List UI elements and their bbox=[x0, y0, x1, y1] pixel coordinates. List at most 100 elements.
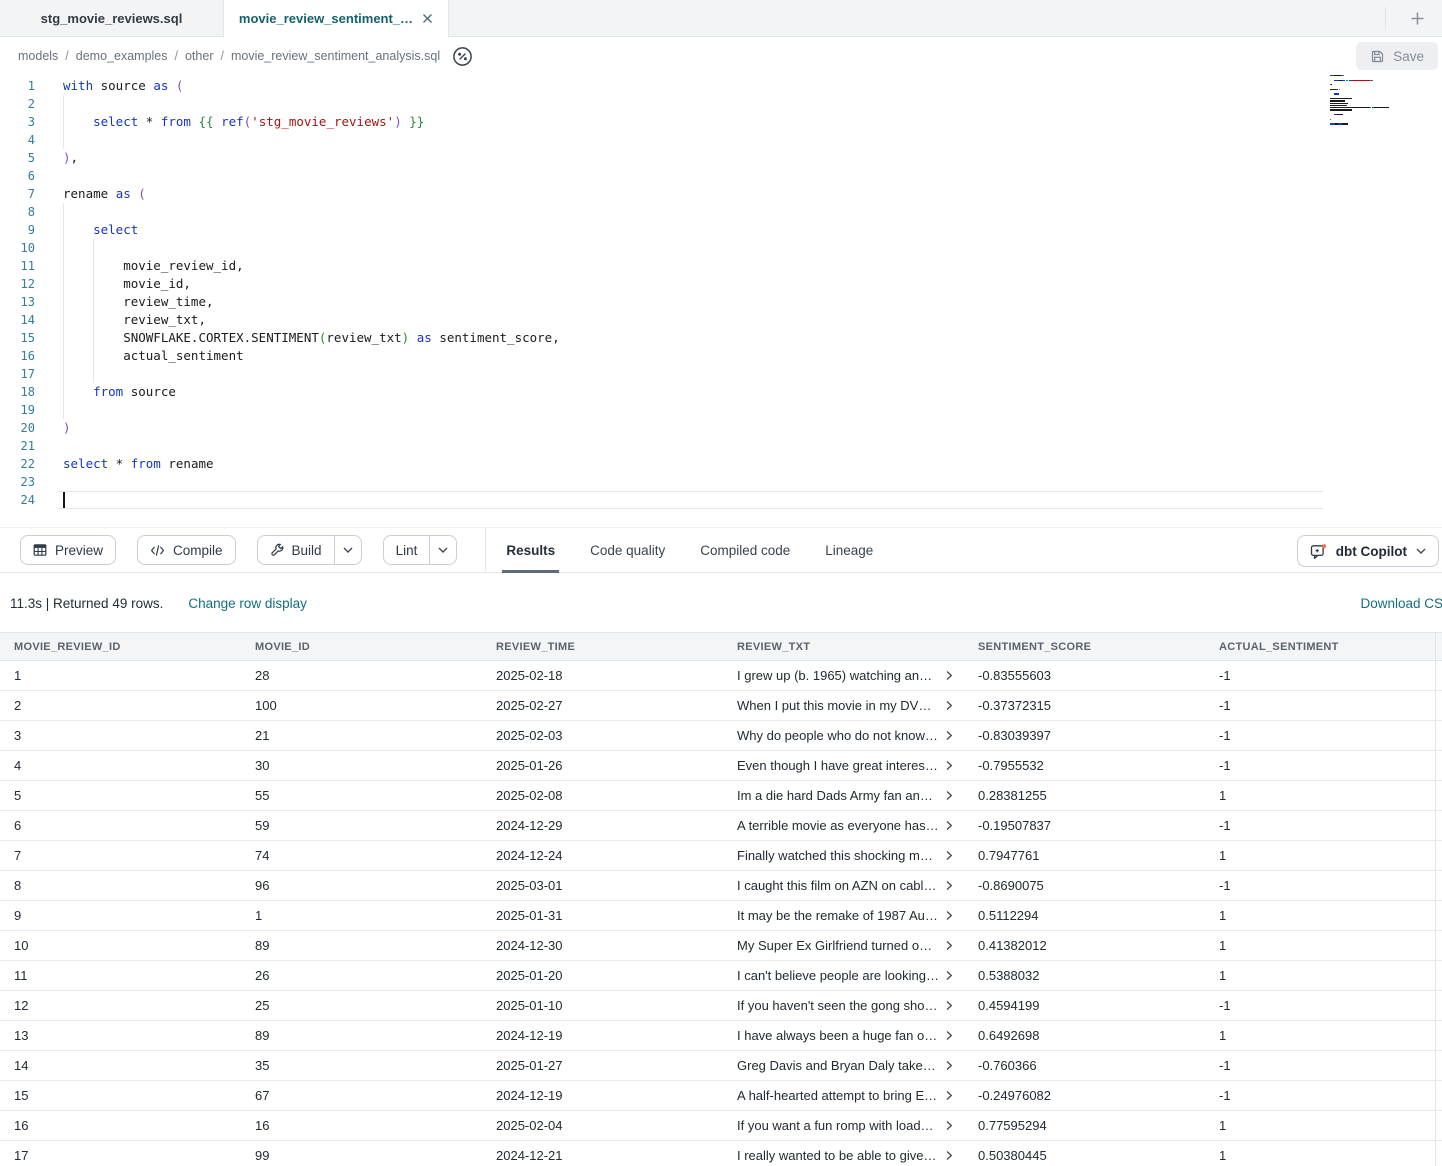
cell-review_txt: Even though I have great interest in Bi… bbox=[723, 751, 964, 781]
save-label: Save bbox=[1393, 49, 1424, 64]
code-text: select bbox=[44, 221, 1442, 239]
table-row: 3212025-02-03Why do people who do not kn… bbox=[0, 721, 1442, 751]
expand-review-icon[interactable] bbox=[944, 910, 954, 921]
file-tab-stg-movie-reviews-sql[interactable]: stg_movie_reviews.sql bbox=[0, 0, 223, 36]
code-text bbox=[44, 365, 1442, 383]
tab-results[interactable]: Results bbox=[504, 528, 557, 572]
expand-review-icon[interactable] bbox=[944, 790, 954, 801]
breadcrumb-segment: other bbox=[185, 49, 214, 63]
lint-button[interactable]: Lint bbox=[384, 536, 430, 564]
indent-guide bbox=[93, 329, 94, 347]
review-text: I have always been a huge fan of "Hom… bbox=[737, 1028, 939, 1043]
review-text: Why do people who do not know what… bbox=[737, 728, 939, 743]
change-row-display-link[interactable]: Change row display bbox=[188, 596, 307, 611]
minimap[interactable] bbox=[1330, 75, 1404, 133]
row-stub bbox=[1436, 691, 1442, 721]
expand-review-icon[interactable] bbox=[944, 1150, 954, 1161]
cell-movie_id: 16 bbox=[241, 1111, 482, 1141]
tab-lineage[interactable]: Lineage bbox=[823, 528, 875, 572]
cell-movie_id: 67 bbox=[241, 1081, 482, 1111]
cell-sentiment_score: 0.5388032 bbox=[964, 961, 1205, 991]
row-stub bbox=[1436, 961, 1442, 991]
dbt-copilot-button[interactable]: dbt Copilot bbox=[1297, 535, 1439, 567]
cell-movie_review_id: 17 bbox=[0, 1141, 241, 1166]
table-row: 11262025-01-20I can't believe people are… bbox=[0, 961, 1442, 991]
review-text: If you want a fun romp with loads of s… bbox=[737, 1118, 939, 1133]
lint-dropdown-toggle[interactable] bbox=[429, 536, 456, 564]
cell-actual_sentiment: 1 bbox=[1205, 1021, 1436, 1051]
cell-movie_review_id: 2 bbox=[0, 691, 241, 721]
copilot-chat-icon bbox=[1310, 543, 1327, 560]
cell-review_time: 2025-02-03 bbox=[482, 721, 723, 751]
row-stub bbox=[1436, 931, 1442, 961]
table-row: 17992024-12-21I really wanted to be able… bbox=[0, 1141, 1442, 1166]
cell-actual_sentiment: -1 bbox=[1205, 661, 1436, 691]
cell-sentiment_score: -0.37372315 bbox=[964, 691, 1205, 721]
expand-review-icon[interactable] bbox=[944, 940, 954, 951]
expand-review-icon[interactable] bbox=[944, 1000, 954, 1011]
close-tab-icon[interactable] bbox=[422, 13, 433, 24]
cell-movie_review_id: 7 bbox=[0, 841, 241, 871]
line-number: 15 bbox=[0, 329, 44, 347]
expand-review-icon[interactable] bbox=[944, 880, 954, 891]
column-header-movie_review_id: MOVIE_REVIEW_ID bbox=[0, 632, 241, 661]
code-editor[interactable]: 1with source as (23 select * from {{ ref… bbox=[0, 75, 1442, 527]
code-line: 18 from source bbox=[0, 383, 1442, 401]
cell-review_txt: I have always been a huge fan of "Hom… bbox=[723, 1021, 964, 1051]
tab-compiled-code[interactable]: Compiled code bbox=[698, 528, 792, 572]
expand-review-icon[interactable] bbox=[944, 670, 954, 681]
expand-review-icon[interactable] bbox=[944, 1120, 954, 1131]
build-button-group: Build bbox=[257, 535, 362, 565]
expand-review-icon[interactable] bbox=[944, 760, 954, 771]
code-text: from source bbox=[44, 383, 1442, 401]
build-dropdown-toggle[interactable] bbox=[334, 536, 361, 564]
expand-review-icon[interactable] bbox=[944, 730, 954, 741]
cell-movie_id: 99 bbox=[241, 1141, 482, 1166]
expand-review-icon[interactable] bbox=[944, 820, 954, 831]
table-body: 1282025-02-18I grew up (b. 1965) watchin… bbox=[0, 661, 1442, 1166]
cell-sentiment_score: -0.83039397 bbox=[964, 721, 1205, 751]
breadcrumb-segment: movie_review_sentiment_analysis.sql bbox=[231, 49, 440, 63]
cell-movie_id: 30 bbox=[241, 751, 482, 781]
row-stub bbox=[1436, 811, 1442, 841]
expand-review-icon[interactable] bbox=[944, 1060, 954, 1071]
cell-movie_review_id: 16 bbox=[0, 1111, 241, 1141]
download-csv-link[interactable]: Download CSV bbox=[1360, 596, 1442, 611]
expand-review-icon[interactable] bbox=[944, 850, 954, 861]
expand-review-icon[interactable] bbox=[944, 700, 954, 711]
code-lines: 1with source as (23 select * from {{ ref… bbox=[0, 77, 1442, 509]
review-text: I caught this film on AZN on cable. It s… bbox=[737, 878, 939, 893]
new-tab-button[interactable] bbox=[1406, 7, 1428, 29]
cell-review_time: 2025-01-27 bbox=[482, 1051, 723, 1081]
cell-actual_sentiment: -1 bbox=[1205, 811, 1436, 841]
breadcrumb-separator: / bbox=[175, 49, 178, 63]
preview-button[interactable]: Preview bbox=[20, 535, 116, 565]
save-button[interactable]: Save bbox=[1356, 42, 1438, 70]
code-line: 10 bbox=[0, 239, 1442, 257]
code-line: 3 select * from {{ ref('stg_movie_review… bbox=[0, 113, 1442, 131]
line-number: 16 bbox=[0, 347, 44, 365]
expand-review-icon[interactable] bbox=[944, 1030, 954, 1041]
table-row: 14352025-01-27Greg Davis and Bryan Daly … bbox=[0, 1051, 1442, 1081]
cell-review_txt: Im a die hard Dads Army fan and nothi… bbox=[723, 781, 964, 811]
cell-actual_sentiment: 1 bbox=[1205, 961, 1436, 991]
file-tab-movie-review-sentiment-[interactable]: movie_review_sentiment_… bbox=[223, 0, 449, 37]
cell-actual_sentiment: -1 bbox=[1205, 751, 1436, 781]
code-line: 5), bbox=[0, 149, 1442, 167]
build-button[interactable]: Build bbox=[258, 536, 334, 564]
expand-review-icon[interactable] bbox=[944, 1090, 954, 1101]
code-text: movie_id, bbox=[44, 275, 1442, 293]
results-table: MOVIE_REVIEW_IDMOVIE_IDREVIEW_TIMEREVIEW… bbox=[0, 632, 1442, 1166]
compile-button[interactable]: Compile bbox=[137, 535, 236, 565]
cell-movie_review_id: 8 bbox=[0, 871, 241, 901]
expand-review-icon[interactable] bbox=[944, 970, 954, 981]
cell-review_txt: I caught this film on AZN on cable. It s… bbox=[723, 871, 964, 901]
cell-movie_review_id: 4 bbox=[0, 751, 241, 781]
tab-code-quality[interactable]: Code quality bbox=[588, 528, 667, 572]
cell-sentiment_score: -0.7955532 bbox=[964, 751, 1205, 781]
code-line: 8 bbox=[0, 203, 1442, 221]
code-line: 24 bbox=[0, 491, 1442, 509]
table-row: 16162025-02-04If you want a fun romp wit… bbox=[0, 1111, 1442, 1141]
line-number: 11 bbox=[0, 257, 44, 275]
cell-movie_review_id: 11 bbox=[0, 961, 241, 991]
